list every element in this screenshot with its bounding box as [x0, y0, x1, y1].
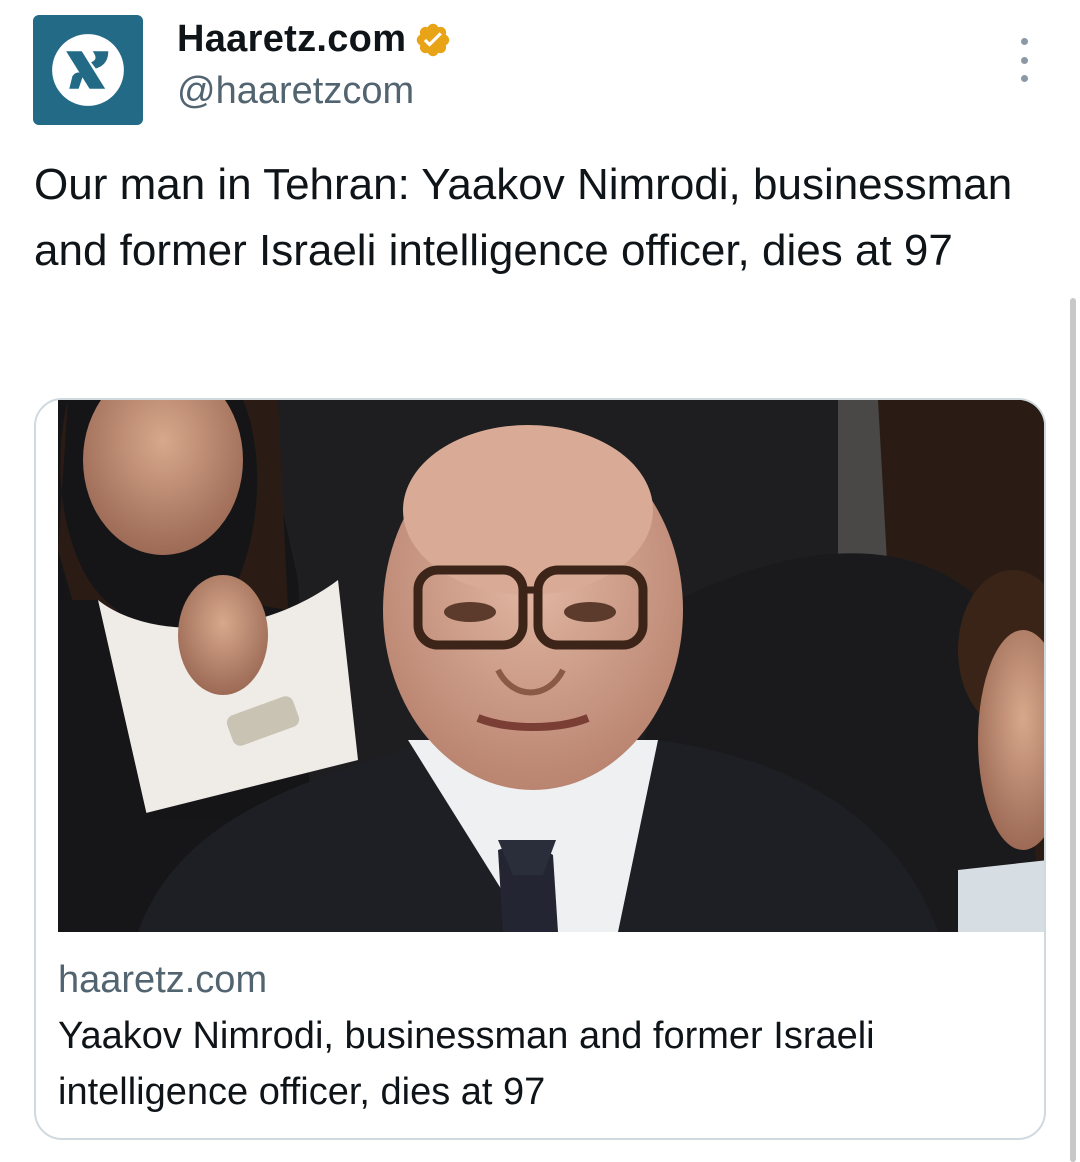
more-options-icon: [1020, 38, 1028, 45]
author-display-name[interactable]: Haaretz.com: [177, 18, 406, 61]
more-options-button[interactable]: [1006, 38, 1042, 82]
tweet[interactable]: Haaretz.com @haaretzcom Our man in Tehra…: [0, 0, 1080, 1162]
tweet-text: Our man in Tehran: Yaakov Nimrodi, busin…: [34, 160, 1013, 275]
haaretz-logo-icon: [52, 34, 124, 106]
link-card-title: Yaakov Nimrodi, businessman and former I…: [58, 1015, 875, 1113]
author-handle[interactable]: @haaretzcom: [177, 70, 414, 113]
link-card-meta[interactable]: haaretz.com Yaakov Nimrodi, businessman …: [58, 952, 1018, 1120]
article-photo[interactable]: [58, 400, 1044, 932]
verified-badge-icon: [417, 23, 450, 56]
avatar[interactable]: [33, 15, 143, 125]
link-card[interactable]: haaretz.com Yaakov Nimrodi, businessman …: [34, 398, 1046, 1140]
scrollbar[interactable]: [1070, 298, 1076, 1162]
author-name-row[interactable]: Haaretz.com: [177, 18, 452, 61]
link-card-domain: haaretz.com: [58, 959, 268, 1001]
